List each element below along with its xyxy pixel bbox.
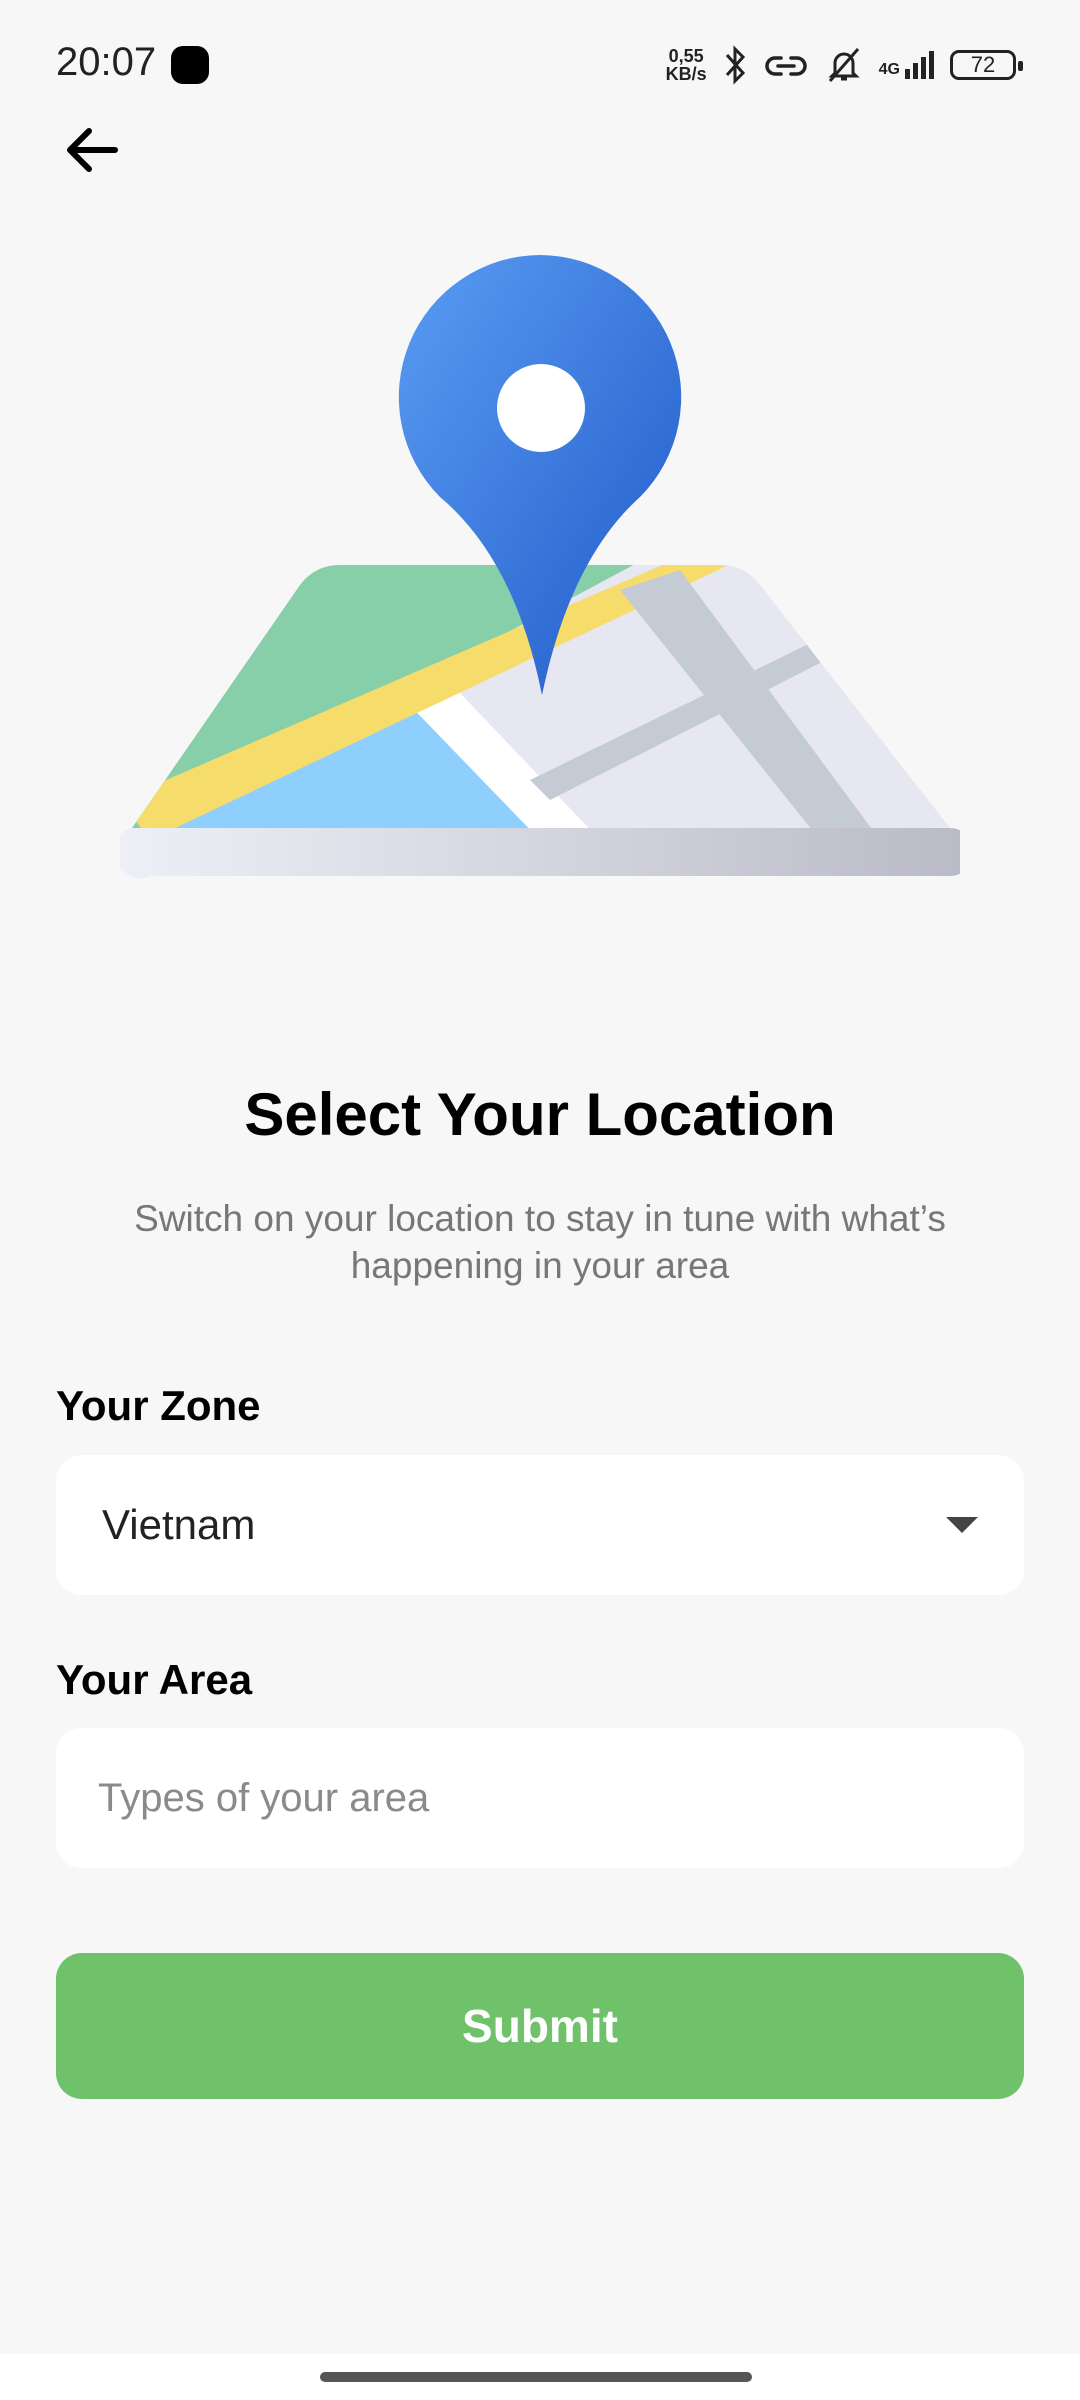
page-title: Select Your Location [244, 1081, 836, 1148]
net-speed-unit: KB/s [665, 64, 707, 84]
arrow-left-icon [67, 128, 118, 172]
zone-label: Your Zone [56, 1382, 261, 1429]
status-time: 20:07 [56, 40, 157, 84]
signal-icon: 4G [879, 51, 934, 79]
area-label: Your Area [56, 1656, 253, 1703]
area-input[interactable] [56, 1728, 1024, 1868]
battery-level: 72 [970, 52, 996, 77]
net-speed: 0,55 KB/s [666, 47, 707, 83]
home-indicator[interactable] [320, 2372, 752, 2382]
status-bar: 20:07 0,55 KB/s 4G 72 [0, 0, 1080, 120]
network-type: 4G [878, 61, 900, 78]
bluetooth-icon [725, 45, 745, 85]
link-icon [764, 56, 807, 76]
bell-off-icon [828, 48, 860, 82]
page-subtitle: Switch on your location to stay in tune … [134, 1198, 946, 1286]
status-icons: 0,55 KB/s 4G 72 [666, 40, 1023, 90]
zone-value: Vietnam [102, 1501, 256, 1548]
back-button[interactable] [52, 110, 132, 190]
submit-button[interactable]: Submit [56, 1953, 1024, 2099]
zone-select[interactable]: Vietnam [56, 1455, 1024, 1595]
map-location-illustration [120, 255, 960, 878]
battery-icon: 72 [950, 50, 1023, 80]
camera-cutout-icon [171, 46, 209, 84]
net-speed-value: 0,55 [668, 46, 704, 66]
caret-down-icon [946, 1517, 978, 1533]
